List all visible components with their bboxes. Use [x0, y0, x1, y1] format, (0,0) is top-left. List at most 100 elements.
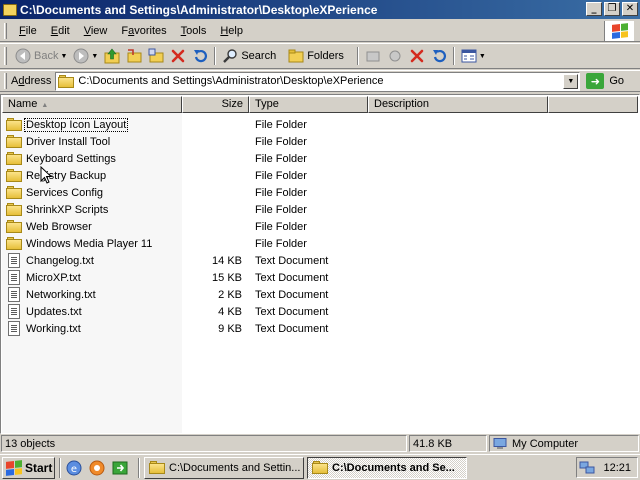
item-name[interactable]: Windows Media Player 11 — [25, 238, 153, 250]
undo-item-button[interactable] — [428, 45, 450, 67]
menu-file-accel: F — [19, 24, 26, 37]
name-cell[interactable]: Driver Install Tool — [2, 135, 182, 148]
type-cell: File Folder — [255, 186, 307, 199]
type-cell: File Folder — [255, 203, 307, 216]
name-cell[interactable]: Windows Media Player 11 — [2, 237, 182, 250]
column-description[interactable]: Description — [368, 96, 548, 113]
column-type[interactable]: Type — [249, 96, 368, 113]
file-list-view[interactable]: Name ▲ Size Type Description Desktop Icon… — [0, 94, 640, 434]
item-name[interactable]: Web Browser — [25, 221, 93, 233]
folders-button[interactable]: Folders — [285, 45, 347, 67]
name-cell[interactable]: MicroXP.txt — [2, 270, 182, 285]
address-field[interactable]: C:\Documents and Settings\Administrator\… — [55, 71, 581, 91]
forward-button[interactable]: ▼ — [70, 45, 101, 67]
folder-row[interactable]: Services Config File Folder — [2, 184, 638, 201]
address-dropdown-button[interactable]: ▼ — [563, 73, 579, 89]
folder-up-icon — [104, 48, 120, 64]
folder-row[interactable]: Keyboard Settings File Folder — [2, 150, 638, 167]
column-size[interactable]: Size — [182, 96, 249, 113]
menu-grip[interactable] — [4, 22, 7, 39]
column-name[interactable]: Name ▲ — [2, 96, 182, 113]
item-name[interactable]: Working.txt — [25, 323, 82, 335]
quicklaunch-browser-icon[interactable] — [88, 459, 106, 477]
mouse-pointer-icon — [40, 166, 52, 184]
close-button[interactable]: ✕ — [622, 2, 638, 16]
file-row[interactable]: Working.txt 9 KB Text Document — [2, 320, 638, 337]
folder-icon — [6, 118, 22, 131]
folder-row[interactable]: ShrinkXP Scripts File Folder — [2, 201, 638, 218]
network-icon[interactable] — [579, 461, 595, 475]
forward-dropdown-icon[interactable]: ▼ — [91, 53, 98, 60]
quicklaunch-show-desktop-icon[interactable] — [111, 459, 129, 477]
delete-item-button[interactable] — [406, 45, 428, 67]
clock[interactable]: 12:21 — [603, 462, 631, 474]
item-name[interactable]: Updates.txt — [25, 306, 83, 318]
size-cell: 14 KB — [212, 254, 242, 267]
folder-row[interactable]: Windows Media Player 11 File Folder — [2, 235, 638, 252]
type-cell: File Folder — [255, 152, 307, 165]
item-name[interactable]: Services Config — [25, 187, 104, 199]
name-cell[interactable]: Web Browser — [2, 220, 182, 233]
menu-tools[interactable]: Tools — [174, 25, 214, 37]
name-cell[interactable]: Working.txt — [2, 321, 182, 336]
item-name[interactable]: Changelog.txt — [25, 255, 95, 267]
name-cell[interactable]: Services Config — [2, 186, 182, 199]
size-cell: 2 KB — [218, 288, 242, 301]
views-dropdown-icon[interactable]: ▼ — [479, 53, 486, 60]
folders-label: Folders — [307, 50, 344, 62]
text-document-icon — [8, 287, 20, 302]
menu-edit[interactable]: Edit — [44, 25, 77, 37]
item-name[interactable]: Keyboard Settings — [25, 153, 117, 165]
folder-icon — [6, 186, 22, 199]
item-name[interactable]: MicroXP.txt — [25, 272, 82, 284]
views-button[interactable]: ▼ — [458, 45, 489, 67]
file-row[interactable]: MicroXP.txt 15 KB Text Document — [2, 269, 638, 286]
search-button[interactable]: Search — [219, 45, 279, 67]
up-button[interactable] — [101, 45, 123, 67]
file-row[interactable]: Changelog.txt 14 KB Text Document — [2, 252, 638, 269]
menu-help[interactable]: Help — [213, 25, 250, 37]
back-dropdown-icon[interactable]: ▼ — [60, 53, 67, 60]
name-cell[interactable]: Changelog.txt — [2, 253, 182, 268]
copy-folder-button[interactable] — [384, 45, 406, 67]
delete-button[interactable] — [167, 45, 189, 67]
undo-button[interactable] — [189, 45, 211, 67]
address-value[interactable]: C:\Documents and Settings\Administrator\… — [78, 75, 383, 87]
item-name[interactable]: Driver Install Tool — [25, 136, 111, 148]
address-grip[interactable] — [4, 73, 7, 89]
item-name[interactable]: ShrinkXP Scripts — [25, 204, 109, 216]
file-row[interactable]: Updates.txt 4 KB Text Document — [2, 303, 638, 320]
start-button[interactable]: Start — [2, 456, 55, 479]
folder-row[interactable]: Web Browser File Folder — [2, 218, 638, 235]
item-name[interactable]: Networking.txt — [25, 289, 97, 301]
name-cell[interactable]: ShrinkXP Scripts — [2, 203, 182, 216]
folder-row[interactable]: Desktop Icon Layout File Folder — [2, 116, 638, 133]
name-cell[interactable]: Updates.txt — [2, 304, 182, 319]
restore-button[interactable]: ❐ — [604, 2, 620, 16]
taskbar-separator — [138, 457, 140, 478]
task-button-explorer-1[interactable]: C:\Documents and Settin... — [144, 456, 304, 479]
item-name[interactable]: Desktop Icon Layout — [23, 117, 129, 132]
file-row[interactable]: Networking.txt 2 KB Text Document — [2, 286, 638, 303]
task-button-explorer-2[interactable]: C:\Documents and Se... — [307, 456, 467, 479]
name-cell[interactable]: Keyboard Settings — [2, 152, 182, 165]
menu-favorites[interactable]: Favorites — [114, 25, 173, 37]
move-to-button[interactable] — [123, 45, 145, 67]
name-cell[interactable]: Registry Backup — [2, 169, 182, 182]
go-button[interactable]: ➜ Go — [586, 73, 624, 89]
quicklaunch-ie-icon[interactable]: e — [65, 459, 83, 477]
menu-edit-accel: E — [50, 24, 59, 37]
item-name[interactable]: Registry Backup — [25, 170, 107, 182]
menu-file[interactable]: File — [12, 25, 44, 37]
name-cell[interactable]: Networking.txt — [2, 287, 182, 302]
name-cell[interactable]: Desktop Icon Layout — [2, 117, 182, 132]
move-folder-button[interactable] — [362, 45, 384, 67]
toolbar-grip[interactable] — [4, 47, 7, 65]
minimize-button[interactable]: _ — [586, 2, 602, 16]
title-bar[interactable]: C:\Documents and Settings\Administrator\… — [0, 0, 640, 19]
folder-row[interactable]: Registry Backup File Folder — [2, 167, 638, 184]
copy-to-button[interactable] — [145, 45, 167, 67]
menu-view[interactable]: View — [77, 25, 115, 37]
back-button[interactable]: Back ▼ — [12, 45, 70, 67]
folder-row[interactable]: Driver Install Tool File Folder — [2, 133, 638, 150]
